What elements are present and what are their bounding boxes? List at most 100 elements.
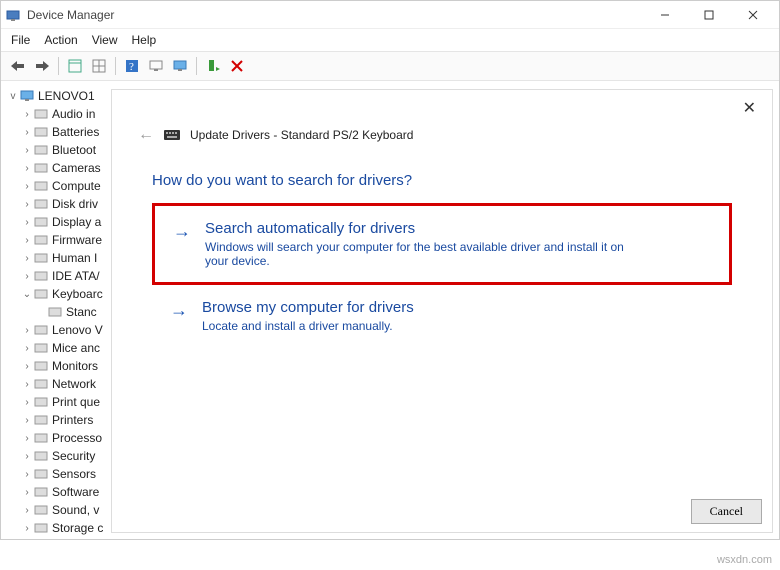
uninstall-button[interactable] xyxy=(226,55,248,77)
expander-icon[interactable]: › xyxy=(21,343,33,354)
maximize-button[interactable] xyxy=(687,1,731,29)
help-button[interactable]: ? xyxy=(121,55,143,77)
menu-file[interactable]: File xyxy=(11,33,30,47)
tree-item-label: Compute xyxy=(52,179,101,193)
expander-icon[interactable]: › xyxy=(21,253,33,264)
expander-icon[interactable]: › xyxy=(21,469,33,480)
device-manager-window: Device Manager File Action View Help ? v… xyxy=(0,0,780,540)
tree-item[interactable]: ›Firmware xyxy=(7,231,109,249)
tree-item[interactable]: ›Security xyxy=(7,447,109,465)
tree-item[interactable]: ›Processo xyxy=(7,429,109,447)
tree-root[interactable]: vLENOVO1 xyxy=(7,87,109,105)
tree-item[interactable]: ›Lenovo V xyxy=(7,321,109,339)
expander-icon[interactable]: › xyxy=(21,163,33,174)
tree-item-label: Bluetoot xyxy=(52,143,96,157)
device-icon xyxy=(33,178,49,194)
expander-icon[interactable]: › xyxy=(21,235,33,246)
tree-item[interactable]: ›Software xyxy=(7,483,109,501)
expander-icon[interactable]: › xyxy=(21,271,33,282)
expander-icon[interactable]: › xyxy=(21,415,33,426)
tree-item[interactable]: › Monitors xyxy=(7,357,109,375)
tree-item[interactable]: ⌄Keyboarc xyxy=(7,285,109,303)
tree-item-label: Sensors xyxy=(52,467,96,481)
tree-item-label: Disk driv xyxy=(52,197,98,211)
back-arrow-icon[interactable]: ← xyxy=(138,126,154,144)
device-icon xyxy=(33,394,49,410)
expander-icon[interactable]: › xyxy=(21,127,33,138)
expander-icon[interactable]: › xyxy=(21,181,33,192)
expander-icon[interactable]: › xyxy=(21,505,33,516)
toolbar: ? xyxy=(1,51,779,81)
device-icon xyxy=(33,502,49,518)
tree-item-label: Cameras xyxy=(52,161,101,175)
update-driver-button[interactable] xyxy=(202,55,224,77)
device-icon xyxy=(33,484,49,500)
tree-item[interactable]: › Bluetoot xyxy=(7,141,109,159)
expander-icon[interactable]: › xyxy=(21,217,33,228)
tree-item-label: Audio in xyxy=(52,107,95,121)
tree-item[interactable]: › Batteries xyxy=(7,123,109,141)
expander-icon[interactable]: ⌄ xyxy=(21,289,33,300)
expander-icon[interactable]: › xyxy=(21,361,33,372)
expander-icon[interactable]: › xyxy=(21,397,33,408)
expander-icon[interactable]: › xyxy=(21,523,33,534)
tree-item[interactable]: › Sensors xyxy=(7,465,109,483)
minimize-button[interactable] xyxy=(643,1,687,29)
tree-item[interactable]: › Audio in xyxy=(7,105,109,123)
tree-item[interactable]: ›Human I xyxy=(7,249,109,267)
tree-item[interactable]: ›Print que xyxy=(7,393,109,411)
device-icon xyxy=(33,214,49,230)
expander-icon[interactable]: › xyxy=(21,379,33,390)
computer-icon xyxy=(19,88,35,104)
tree-item[interactable]: ›Network xyxy=(7,375,109,393)
expander-icon[interactable]: › xyxy=(21,451,33,462)
properties-button[interactable] xyxy=(64,55,86,77)
tree-item[interactable]: › Mice anc xyxy=(7,339,109,357)
menu-help[interactable]: Help xyxy=(132,33,157,47)
option-browse-computer[interactable]: → Browse my computer for drivers Locate … xyxy=(152,285,732,347)
tree-item[interactable]: ›Storage c xyxy=(7,519,109,536)
cancel-button[interactable]: Cancel xyxy=(691,499,762,524)
tree-item[interactable]: › Compute xyxy=(7,177,109,195)
expander-icon[interactable]: › xyxy=(21,433,33,444)
scan-button[interactable] xyxy=(145,55,167,77)
dialog-button-bar: Cancel xyxy=(691,499,762,524)
computer-button[interactable] xyxy=(169,55,191,77)
menubar: File Action View Help xyxy=(1,29,779,51)
close-icon[interactable]: ✕ xyxy=(743,98,756,118)
tree-item-label: Display a xyxy=(52,215,101,229)
expander-icon[interactable]: › xyxy=(21,199,33,210)
titlebar: Device Manager xyxy=(1,1,779,29)
forward-button[interactable] xyxy=(31,55,53,77)
menu-view[interactable]: View xyxy=(92,33,118,47)
app-icon xyxy=(5,7,21,23)
grid-button[interactable] xyxy=(88,55,110,77)
menu-action[interactable]: Action xyxy=(44,33,77,47)
back-button[interactable] xyxy=(7,55,29,77)
tree-item-label: Batteries xyxy=(52,125,99,139)
dialog-title: Update Drivers - Standard PS/2 Keyboard xyxy=(190,128,413,142)
watermark: wsxdn.com xyxy=(717,554,772,566)
svg-text:?: ? xyxy=(129,61,134,73)
tree-item-label: Stanc xyxy=(66,305,97,319)
tree-item[interactable]: › Cameras xyxy=(7,159,109,177)
separator-icon xyxy=(58,57,59,75)
tree-item-label: Monitors xyxy=(52,359,98,373)
tree-item-label: Mice anc xyxy=(52,341,100,355)
expander-icon[interactable]: › xyxy=(21,145,33,156)
tree-item[interactable]: › Disk driv xyxy=(7,195,109,213)
tree-item[interactable]: ›Sound, v xyxy=(7,501,109,519)
device-icon xyxy=(33,250,49,266)
expander-icon[interactable]: › xyxy=(21,325,33,336)
tree-item[interactable]: Stanc xyxy=(7,303,109,321)
tree-item[interactable]: › Display a xyxy=(7,213,109,231)
option-search-automatically[interactable]: → Search automatically for drivers Windo… xyxy=(152,203,732,285)
expander-icon[interactable]: › xyxy=(21,487,33,498)
dialog-question: How do you want to search for drivers? xyxy=(112,152,772,199)
device-tree[interactable]: vLENOVO1 › Audio in › Batteries › Bluetoot › Cam… xyxy=(1,81,111,536)
close-button[interactable] xyxy=(731,1,775,29)
expander-icon[interactable]: › xyxy=(21,109,33,120)
tree-item[interactable]: ›IDE ATA/ xyxy=(7,267,109,285)
tree-item[interactable]: ›Printers xyxy=(7,411,109,429)
device-icon xyxy=(33,358,49,374)
